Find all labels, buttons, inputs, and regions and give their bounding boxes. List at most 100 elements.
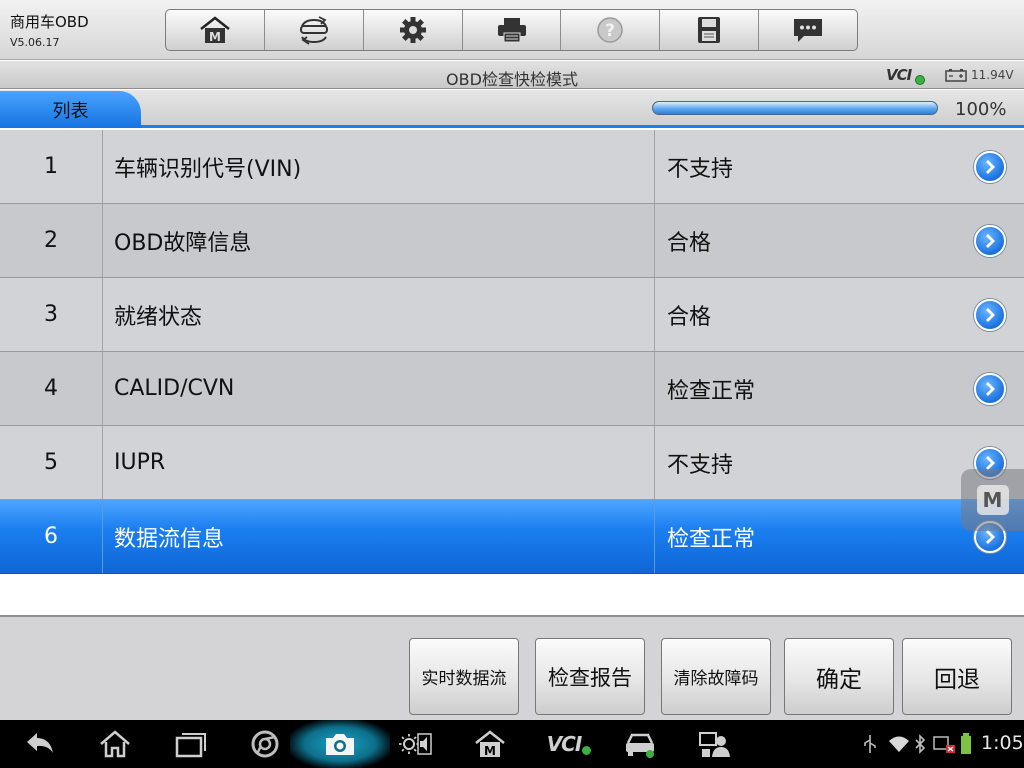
- chevron-right-icon: [986, 160, 995, 174]
- car-swap-icon: [299, 16, 328, 45]
- main-toolbar: M ?: [165, 9, 858, 51]
- maxisys-home-button[interactable]: M: [470, 728, 510, 760]
- row-item-name: OBD故障信息: [103, 204, 655, 277]
- m-home-icon: M: [200, 16, 230, 44]
- clear-codes-button[interactable]: 清除故障码: [661, 638, 771, 715]
- nav-back-button[interactable]: [20, 728, 60, 760]
- printer-icon: [497, 18, 526, 43]
- row-status: 不支持: [667, 156, 734, 182]
- page-title: OBD检查快检模式: [446, 70, 578, 89]
- action-bar: 实时数据流 检查报告 清除故障码 确定 回退: [0, 615, 1024, 720]
- row-status: 合格: [667, 304, 712, 330]
- vehicle-swap-button[interactable]: [265, 10, 364, 50]
- list-item-selected[interactable]: 6 数据流信息 检查正常: [0, 500, 1024, 574]
- chevron-right-icon: [986, 234, 995, 248]
- bluetooth-icon: [914, 734, 926, 754]
- row-status: 合格: [667, 230, 712, 256]
- row-item-name: IUPR: [103, 426, 655, 499]
- chevron-right-icon: [986, 530, 995, 544]
- confirm-button[interactable]: 确定: [784, 638, 894, 715]
- list-item[interactable]: 1 车辆识别代号(VIN) 不支持: [0, 130, 1024, 204]
- print-button[interactable]: [463, 10, 562, 50]
- row-number: 5: [0, 426, 103, 499]
- save-button[interactable]: [660, 10, 760, 50]
- home-button[interactable]: M: [166, 10, 265, 50]
- m-logo-icon: M: [976, 485, 1009, 515]
- messages-button[interactable]: [759, 10, 857, 50]
- recent-apps-icon: [175, 733, 206, 758]
- row-number: 2: [0, 204, 103, 277]
- progress-percent: 100%: [955, 99, 1007, 120]
- row-details-button[interactable]: [974, 151, 1006, 183]
- battery-status-icon: [960, 733, 972, 754]
- title-bar: OBD检查快检模式 VCI 11.94V: [0, 61, 1024, 89]
- check-report-button[interactable]: 检查报告: [535, 638, 645, 715]
- row-details-button[interactable]: [974, 225, 1006, 257]
- vci-connected-icon: [915, 75, 925, 85]
- svg-text:M: M: [209, 30, 221, 44]
- list-item[interactable]: 5 IUPR 不支持: [0, 426, 1024, 500]
- row-item-name: 就绪状态: [103, 278, 655, 351]
- camera-app-button[interactable]: [320, 728, 360, 760]
- check-icon: [582, 745, 592, 755]
- camera-icon: [326, 734, 354, 755]
- battery-icon: [945, 69, 967, 82]
- vci-app-label: VCI: [546, 732, 583, 756]
- list-item[interactable]: 3 就绪状态 合格: [0, 278, 1024, 352]
- top-bar: 商用车OBD V5.06.17 M ?: [0, 0, 1024, 60]
- list-item[interactable]: 2 OBD故障信息 合格: [0, 204, 1024, 278]
- help-icon: ?: [597, 17, 624, 43]
- row-number: 6: [0, 500, 103, 573]
- wifi-icon: [888, 734, 910, 754]
- system-clock: 1:05: [981, 732, 1024, 754]
- row-number: 1: [0, 130, 103, 203]
- results-list: 1 车辆识别代号(VIN) 不支持 2 OBD故障信息 合格 3 就绪状态 合格…: [0, 130, 1024, 574]
- usb-icon: [862, 734, 878, 754]
- nav-recent-apps-button[interactable]: [170, 728, 210, 760]
- chat-icon: [794, 19, 823, 42]
- settings-button[interactable]: [364, 10, 463, 50]
- back-arrow-icon: [27, 733, 53, 753]
- row-details-button[interactable]: [974, 299, 1006, 331]
- system-nav-bar: M VCI 1:05: [0, 720, 1024, 768]
- app-title: 商用车OBD: [10, 13, 89, 31]
- floppy-icon: [698, 17, 721, 43]
- progress-fill: [653, 102, 937, 114]
- row-number: 3: [0, 278, 103, 351]
- row-item-name: CALID/CVN: [103, 352, 655, 425]
- nav-home-button[interactable]: [95, 728, 135, 760]
- back-button[interactable]: 回退: [902, 638, 1012, 715]
- house-icon: [100, 730, 130, 758]
- vehicle-app-button[interactable]: [620, 728, 660, 760]
- floating-m-button[interactable]: M: [961, 469, 1024, 531]
- row-item-name: 车辆识别代号(VIN): [103, 130, 655, 203]
- row-item-name: 数据流信息: [103, 500, 655, 573]
- car-icon: [626, 733, 654, 758]
- tab-row: 列表 100%: [0, 90, 1024, 128]
- app-version: V5.06.17: [10, 36, 60, 49]
- chevron-right-icon: [986, 382, 995, 396]
- row-details-button[interactable]: [974, 373, 1006, 405]
- list-item[interactable]: 4 CALID/CVN 检查正常: [0, 352, 1024, 426]
- network-alert-icon: [932, 734, 956, 754]
- vci-status-label: VCI: [886, 66, 912, 84]
- chevron-right-icon: [986, 308, 995, 322]
- vci-manager-button[interactable]: VCI: [545, 728, 593, 760]
- row-number: 4: [0, 352, 103, 425]
- svg-text:?: ?: [605, 21, 615, 41]
- browser-icon: [251, 730, 279, 758]
- m-home-icon: M: [475, 730, 505, 758]
- live-data-button[interactable]: 实时数据流: [409, 638, 519, 715]
- remote-support-button[interactable]: [695, 728, 735, 760]
- row-status: 检查正常: [667, 378, 756, 404]
- tab-list[interactable]: 列表: [0, 91, 141, 128]
- brightness-volume-button[interactable]: [395, 728, 435, 760]
- brightness-volume-icon: [399, 733, 432, 755]
- help-button[interactable]: ?: [561, 10, 661, 50]
- progress-bar: [652, 101, 938, 115]
- gear-icon: [399, 17, 426, 43]
- svg-text:M: M: [484, 744, 496, 758]
- battery-voltage: 11.94V: [971, 68, 1014, 82]
- chrome-app-button[interactable]: [245, 728, 285, 760]
- remote-support-icon: [699, 732, 730, 757]
